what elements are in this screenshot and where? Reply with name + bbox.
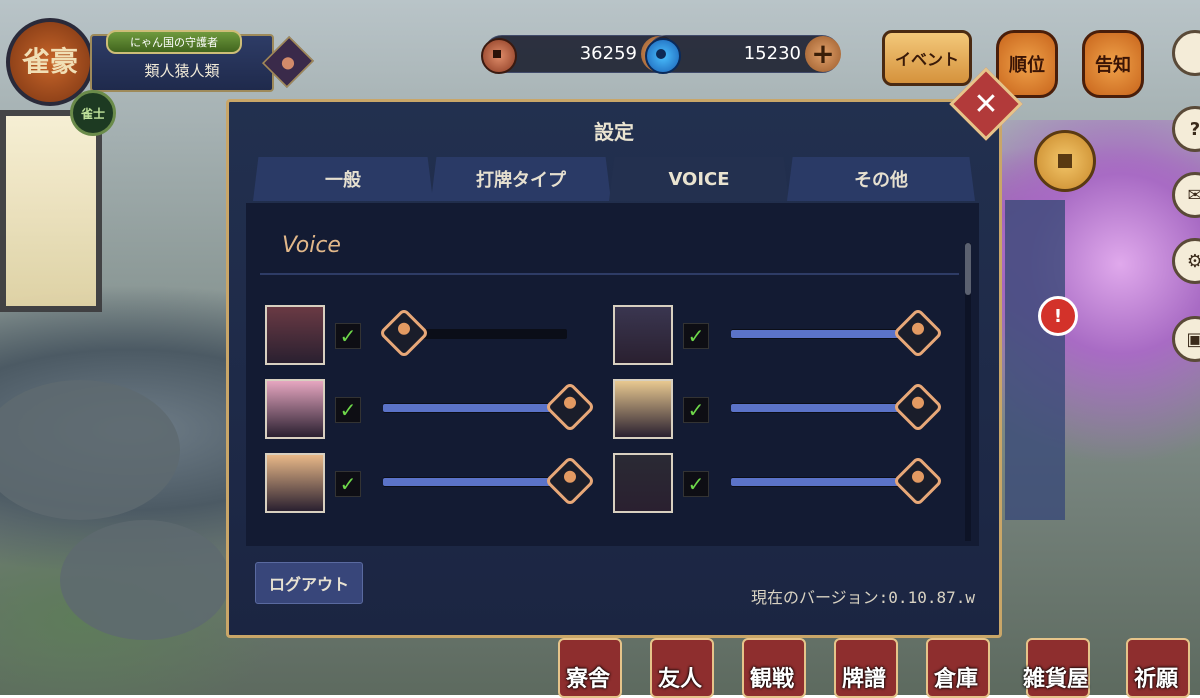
section-title: Voice: [282, 233, 341, 258]
nav-dormitory[interactable]: 寮舎: [548, 634, 628, 698]
logout-button[interactable]: ログアウト: [255, 562, 363, 604]
voice-row: ✓: [265, 379, 596, 439]
rank-emblem-text: 雀豪: [21, 45, 78, 78]
character-avatar: [613, 379, 673, 439]
nav-label: 倉庫: [933, 666, 978, 692]
nav-label: 観戦: [749, 666, 794, 692]
nav-replays[interactable]: 牌譜: [824, 634, 904, 698]
voice-volume-slider[interactable]: [731, 381, 944, 433]
slider-fill: [383, 404, 567, 412]
tab-other[interactable]: その他: [787, 157, 975, 201]
copper-coin-icon: [481, 38, 517, 74]
player-title-banner: にゃん国の守護者: [106, 30, 242, 54]
voice-volume-slider[interactable]: [731, 455, 944, 507]
slider-knob[interactable]: [544, 381, 596, 433]
player-title-plate[interactable]: にゃん国の守護者 類人猿人類: [90, 30, 274, 92]
jade-icon: [645, 38, 681, 74]
scrollbar-thumb[interactable]: [965, 243, 971, 295]
nav-label: 寮舎: [565, 666, 610, 692]
character-avatar: [265, 305, 325, 365]
add-jade-button[interactable]: +: [805, 36, 841, 72]
voice-row: ✓: [265, 305, 575, 365]
slider-knob[interactable]: [892, 455, 944, 507]
tab-discard-type[interactable]: 打牌タイプ: [431, 157, 611, 201]
tab-voice[interactable]: VOICE: [609, 157, 789, 201]
slider-knob[interactable]: [892, 381, 944, 433]
voice-row: ✓: [613, 305, 944, 365]
tab-general[interactable]: 一般: [253, 157, 433, 201]
slider-fill: [383, 478, 567, 486]
slider-knob[interactable]: [544, 455, 596, 507]
slider-fill: [731, 330, 915, 338]
slider-knob[interactable]: [892, 307, 944, 359]
nav-warehouse[interactable]: 倉庫: [916, 634, 996, 698]
character-avatar: [265, 453, 325, 513]
section-divider: [260, 273, 959, 275]
voice-enable-checkbox[interactable]: ✓: [335, 471, 361, 497]
nav-label: 祈願: [1133, 666, 1178, 692]
nav-label: 雑貨屋: [1022, 666, 1089, 692]
settings-dialog: 設定 一般 打牌タイプ VOICE その他 Voice ✓ ✓ ✓ ✓ ✓ ✓ ログアウト…: [226, 99, 1002, 638]
version-label: 現在のバージョン:0.10.87.w: [750, 588, 975, 607]
voice-row: ✓: [613, 379, 944, 439]
rock-decoration: [60, 520, 230, 640]
voice-volume-slider[interactable]: [383, 381, 596, 433]
notice-button[interactable]: 告知: [1082, 30, 1144, 98]
voice-settings-panel: Voice ✓ ✓ ✓ ✓ ✓ ✓: [246, 203, 979, 546]
character-avatar: [265, 379, 325, 439]
slider-fill: [731, 478, 915, 486]
gold-coin-icon[interactable]: [1034, 130, 1096, 192]
voice-volume-slider[interactable]: [383, 455, 596, 507]
voice-volume-slider[interactable]: [731, 307, 944, 359]
voice-row: ✓: [265, 453, 596, 513]
jade-value: 15230: [743, 43, 801, 64]
character-avatar: [613, 453, 673, 513]
voice-volume-slider[interactable]: [378, 307, 567, 359]
settings-tabs: 一般 打牌タイプ VOICE その他: [253, 157, 975, 203]
bottom-navigation: 寮舎 友人 観戦 牌譜 倉庫 雑貨屋 祈願: [548, 634, 1200, 698]
nav-spectate[interactable]: 観戦: [732, 634, 812, 698]
nav-label: 牌譜: [841, 666, 886, 692]
voice-enable-checkbox[interactable]: ✓: [335, 397, 361, 423]
character-avatar: [613, 305, 673, 365]
gate-decoration: [1005, 200, 1065, 520]
alert-icon[interactable]: !: [1038, 296, 1078, 336]
person-icon: ●: [281, 52, 295, 72]
nav-label: 友人: [657, 666, 702, 692]
scrollbar[interactable]: [965, 243, 971, 541]
rank-badge: 雀士: [70, 90, 116, 136]
voice-enable-checkbox[interactable]: ✓: [335, 323, 361, 349]
nav-friends[interactable]: 友人: [640, 634, 720, 698]
nav-gacha[interactable]: 祈願: [1116, 634, 1196, 698]
nav-shop[interactable]: 雑貨屋: [1016, 634, 1096, 698]
slider-fill: [731, 404, 915, 412]
stone-lantern-decoration: [0, 110, 102, 312]
voice-enable-checkbox[interactable]: ✓: [683, 471, 709, 497]
event-button[interactable]: イベント: [882, 30, 972, 86]
jade-counter: 15230 +: [645, 35, 841, 74]
slider-knob[interactable]: [378, 307, 430, 359]
dialog-title: 設定: [594, 120, 634, 144]
voice-row: ✓: [613, 453, 944, 513]
rank-badge-text: 雀士: [80, 106, 105, 121]
copper-coin-value: 36259: [579, 43, 637, 64]
voice-enable-checkbox[interactable]: ✓: [683, 397, 709, 423]
player-name: 類人猿人類: [144, 62, 220, 80]
close-icon: ✕: [973, 86, 999, 122]
voice-enable-checkbox[interactable]: ✓: [683, 323, 709, 349]
